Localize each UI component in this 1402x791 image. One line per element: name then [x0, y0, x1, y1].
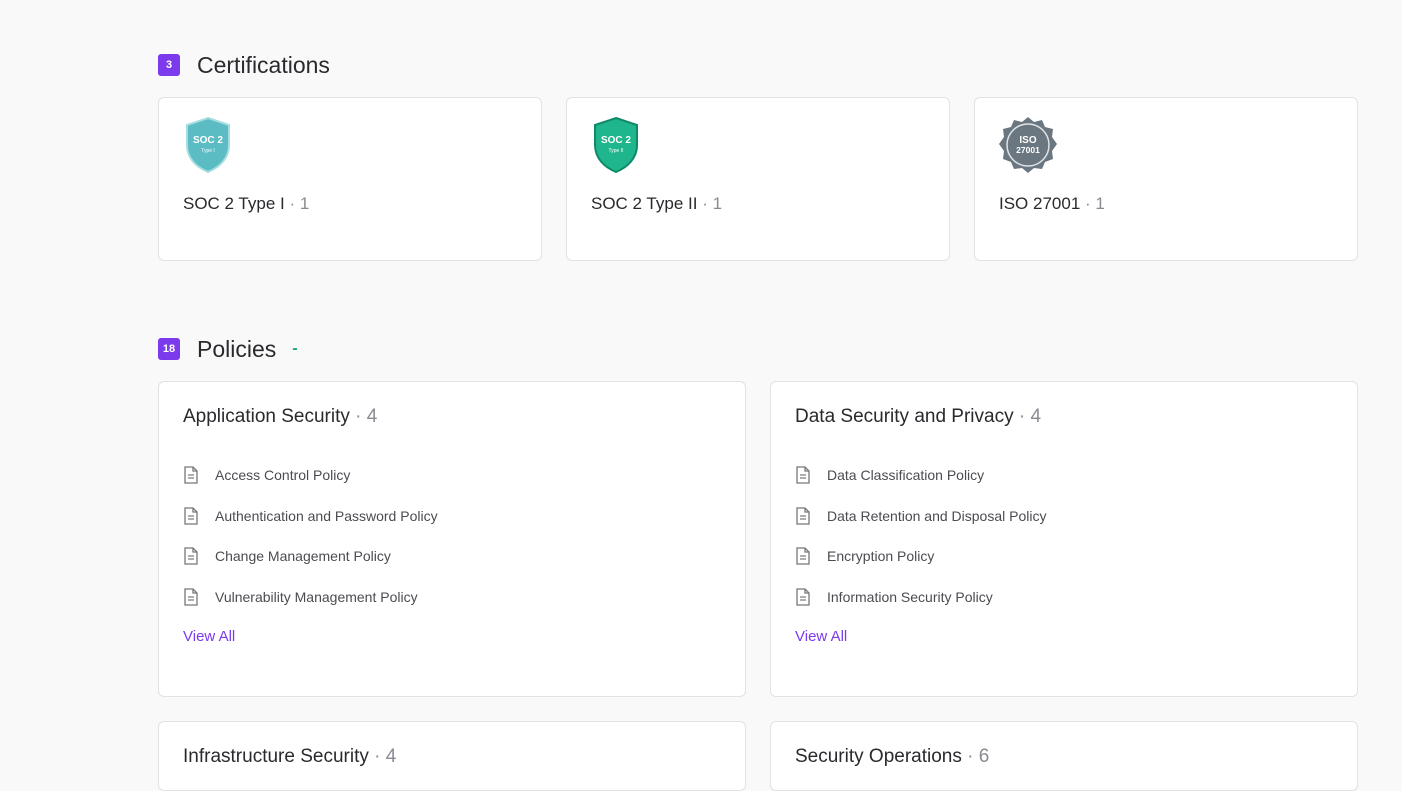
document-icon [183, 466, 201, 484]
document-icon [795, 507, 813, 525]
policy-group-title: Infrastructure Security · 4 [183, 746, 397, 767]
svg-text:SOC 2: SOC 2 [601, 135, 631, 146]
view-all-link[interactable]: View All [183, 628, 235, 645]
svg-text:SOC 2: SOC 2 [193, 135, 223, 146]
policy-item[interactable]: Data Retention and Disposal Policy [795, 496, 1046, 537]
document-icon [183, 507, 201, 525]
cert-card-soc2-type2[interactable]: SOC 2 Type II SOC 2 Type II · 1 [566, 97, 950, 261]
policy-group-data-security: Data Security and Privacy · 4 Data Class… [770, 381, 1358, 697]
cert-card-iso27001[interactable]: ISO 27001 ISO 27001 · 1 [974, 97, 1358, 261]
policy-group-application-security: Application Security · 4 Access Control … [158, 381, 746, 697]
policies-title: Policies [197, 335, 277, 362]
policy-group-infrastructure-security: Infrastructure Security · 4 [158, 721, 746, 791]
svg-text:Type I: Type I [201, 148, 215, 154]
document-icon [795, 547, 813, 565]
cert-label: SOC 2 Type II · 1 [591, 194, 723, 213]
policy-item[interactable]: Change Management Policy [183, 536, 438, 577]
policy-item[interactable]: Access Control Policy [183, 455, 438, 496]
policies-header: 18 Policies - [158, 334, 298, 364]
iso27001-seal-icon: ISO 27001 [999, 116, 1057, 179]
cert-card-soc2-type1[interactable]: SOC 2 Type I SOC 2 Type I · 1 [158, 97, 542, 261]
document-icon [795, 588, 813, 606]
certifications-header: 3 Certifications [158, 50, 330, 80]
policy-item[interactable]: Authentication and Password Policy [183, 496, 438, 537]
svg-text:27001: 27001 [1016, 145, 1040, 155]
certifications-count-badge: 3 [158, 54, 180, 76]
cert-label: SOC 2 Type I · 1 [183, 194, 310, 213]
policy-item[interactable]: Vulnerability Management Policy [183, 577, 438, 618]
policy-group-title: Application Security · 4 [183, 406, 378, 427]
svg-text:Type II: Type II [608, 148, 623, 154]
policy-item[interactable]: Information Security Policy [795, 577, 1046, 618]
policies-count-badge: 18 [158, 338, 180, 360]
policies-status-dash: - [292, 340, 298, 357]
soc2-type2-shield-icon: SOC 2 Type II [591, 116, 641, 179]
policy-list: Data Classification Policy Data Retentio… [795, 455, 1046, 617]
policy-group-security-operations: Security Operations · 6 [770, 721, 1358, 791]
policy-item[interactable]: Encryption Policy [795, 536, 1046, 577]
certifications-title: Certifications [197, 51, 330, 78]
policy-group-title: Security Operations · 6 [795, 746, 990, 767]
policy-item[interactable]: Data Classification Policy [795, 455, 1046, 496]
cert-label: ISO 27001 · 1 [999, 194, 1105, 213]
policy-group-title: Data Security and Privacy · 4 [795, 406, 1042, 427]
document-icon [183, 588, 201, 606]
view-all-link[interactable]: View All [795, 628, 847, 645]
document-icon [795, 466, 813, 484]
document-icon [183, 547, 201, 565]
policy-list: Access Control Policy Authentication and… [183, 455, 438, 617]
soc2-type1-shield-icon: SOC 2 Type I [183, 116, 233, 179]
